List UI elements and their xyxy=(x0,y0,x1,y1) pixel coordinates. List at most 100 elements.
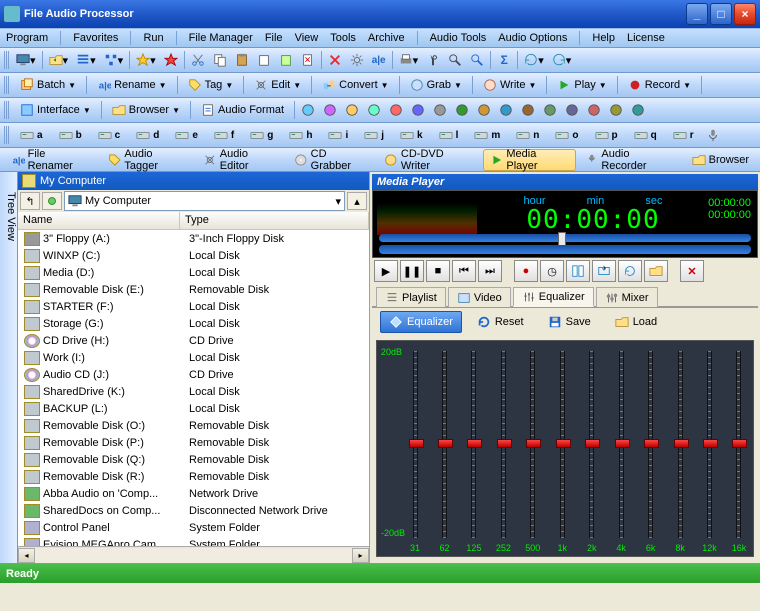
eq-slider-252[interactable]: 252 xyxy=(495,351,511,538)
copy2-icon[interactable] xyxy=(255,51,273,69)
play-button[interactable]: ▶ xyxy=(374,260,398,282)
drive-n[interactable]: n xyxy=(510,125,545,145)
up-button[interactable]: ↰ xyxy=(20,192,40,210)
interface-button[interactable]: Interface▼ xyxy=(14,100,97,120)
module-tab-browser[interactable]: Browser xyxy=(685,149,756,171)
drive-c[interactable]: c xyxy=(92,125,127,145)
player-tab-equalizer[interactable]: Equalizer xyxy=(513,287,594,307)
file-list[interactable]: 3" Floppy (A:)3"-Inch Floppy DiskWINXP (… xyxy=(18,230,369,546)
file-row[interactable]: SharedDocs on Comp...Disconnected Networ… xyxy=(18,502,369,519)
format-icon-8[interactable] xyxy=(475,101,493,119)
player-tab-mixer[interactable]: Mixer xyxy=(596,287,658,307)
format-icon-15[interactable] xyxy=(629,101,647,119)
col-name[interactable]: Name xyxy=(18,212,180,229)
find-icon[interactable] xyxy=(424,51,442,69)
eq-thumb[interactable] xyxy=(644,439,659,448)
eq-slider-125[interactable]: 125 xyxy=(466,351,482,538)
module-tab-audio-recorder[interactable]: Audio Recorder xyxy=(578,149,683,171)
drive-b[interactable]: b xyxy=(53,125,88,145)
slider-thumb[interactable] xyxy=(558,232,566,246)
eq-thumb[interactable] xyxy=(438,439,453,448)
menu-help[interactable]: Help xyxy=(592,32,615,44)
edit-dropdown[interactable]: Edit▼ xyxy=(248,75,307,95)
eq-thumb[interactable] xyxy=(674,439,689,448)
drive-m[interactable]: m xyxy=(468,125,506,145)
drive-q[interactable]: q xyxy=(628,125,663,145)
stop-button[interactable]: ■ xyxy=(426,260,450,282)
volume-slider[interactable] xyxy=(379,245,751,254)
drive-k[interactable]: k xyxy=(394,125,429,145)
prev-button[interactable]: ⏮ xyxy=(452,260,476,282)
tree-view-tab[interactable]: Tree View xyxy=(0,172,18,563)
file-row[interactable]: SharedDrive (K:)Local Disk xyxy=(18,383,369,400)
book-button[interactable] xyxy=(566,260,590,282)
drive-h[interactable]: h xyxy=(283,125,318,145)
file-row[interactable]: 3" Floppy (A:)3"-Inch Floppy Disk xyxy=(18,230,369,247)
format-icon-11[interactable] xyxy=(541,101,559,119)
scroll-up-button[interactable]: ▴ xyxy=(347,192,367,210)
format-icon-2[interactable] xyxy=(343,101,361,119)
toolbar-grip[interactable] xyxy=(4,101,10,119)
module-tab-media-player[interactable]: Media Player xyxy=(483,149,576,171)
toolbar-grip[interactable] xyxy=(4,126,10,144)
module-tab-cd-grabber[interactable]: CD Grabber xyxy=(287,149,375,171)
eq-thumb[interactable] xyxy=(497,439,512,448)
module-tab-audio-tagger[interactable]: Audio Tagger xyxy=(101,149,194,171)
refresh-button[interactable] xyxy=(42,192,62,210)
horizontal-scrollbar[interactable]: ◂ ▸ xyxy=(18,546,369,563)
toolbar-grip[interactable] xyxy=(4,51,10,69)
close-x-button[interactable]: ✕ xyxy=(680,260,704,282)
tag-dropdown[interactable]: Tag▼ xyxy=(182,75,240,95)
menu-tools[interactable]: Tools xyxy=(330,32,356,44)
file-row[interactable]: Evision MEGApro CamSystem Folder xyxy=(18,536,369,546)
microphone-icon[interactable] xyxy=(704,126,722,144)
menu-audio-options[interactable]: Audio Options xyxy=(498,32,567,44)
file-row[interactable]: BACKUP (L:)Local Disk xyxy=(18,400,369,417)
gear-icon[interactable] xyxy=(348,51,366,69)
file-row[interactable]: Removable Disk (E:)Removable Disk xyxy=(18,281,369,298)
file-row[interactable]: CD Drive (H:)CD Drive xyxy=(18,332,369,349)
batch-dropdown[interactable]: Batch▼ xyxy=(14,75,82,95)
format-icon-6[interactable] xyxy=(431,101,449,119)
eq-slider-6k[interactable]: 6k xyxy=(643,351,659,538)
eq-slider-4k[interactable]: 4k xyxy=(613,351,629,538)
browser-button[interactable]: Browser▼ xyxy=(106,100,186,120)
eq-slider-12k[interactable]: 12k xyxy=(702,351,718,538)
menu-audio-tools[interactable]: Audio Tools xyxy=(430,32,487,44)
star-yellow-icon[interactable]: ▾ xyxy=(134,51,158,69)
file-row[interactable]: Storage (G:)Local Disk xyxy=(18,315,369,332)
toolbar-grip[interactable] xyxy=(4,76,10,94)
reset-button[interactable]: Reset xyxy=(468,311,533,333)
player-tab-playlist[interactable]: Playlist xyxy=(376,287,446,307)
grab-dropdown[interactable]: Grab▼ xyxy=(404,75,468,95)
menu-file[interactable]: File xyxy=(265,32,283,44)
equalizer-toggle-button[interactable]: Equalizer xyxy=(380,311,462,333)
save-button[interactable]: Save xyxy=(539,311,600,333)
drive-i[interactable]: i xyxy=(322,125,354,145)
module-tab-file-renamer[interactable]: a|eFile Renamer xyxy=(4,149,99,171)
drive-r[interactable]: r xyxy=(667,125,700,145)
next-button[interactable]: ⏭ xyxy=(478,260,502,282)
eq-thumb[interactable] xyxy=(526,439,541,448)
seek-slider[interactable] xyxy=(379,234,751,242)
out-button[interactable] xyxy=(592,260,616,282)
eq-thumb[interactable] xyxy=(732,439,747,448)
file-row[interactable]: Control PanelSystem Folder xyxy=(18,519,369,536)
drive-f[interactable]: f xyxy=(208,125,240,145)
rename-ae-icon[interactable]: a|e xyxy=(370,51,388,69)
file-row[interactable]: Removable Disk (R:)Removable Disk xyxy=(18,468,369,485)
format-icon-10[interactable] xyxy=(519,101,537,119)
menu-archive[interactable]: Archive xyxy=(368,32,405,44)
monitor-icon[interactable]: ▾ xyxy=(14,51,38,69)
scroll-left-button[interactable]: ◂ xyxy=(18,548,35,563)
eq-thumb[interactable] xyxy=(585,439,600,448)
eq-slider-16k[interactable]: 16k xyxy=(731,351,747,538)
eq-thumb[interactable] xyxy=(556,439,571,448)
drive-d[interactable]: d xyxy=(130,125,165,145)
file-row[interactable]: Removable Disk (Q:)Removable Disk xyxy=(18,451,369,468)
sigma-icon[interactable]: Σ xyxy=(495,51,513,69)
drive-e[interactable]: e xyxy=(169,125,204,145)
undo-icon[interactable]: ▾ xyxy=(522,51,546,69)
menu-view[interactable]: View xyxy=(295,32,319,44)
menu-file-manager[interactable]: File Manager xyxy=(189,32,253,44)
